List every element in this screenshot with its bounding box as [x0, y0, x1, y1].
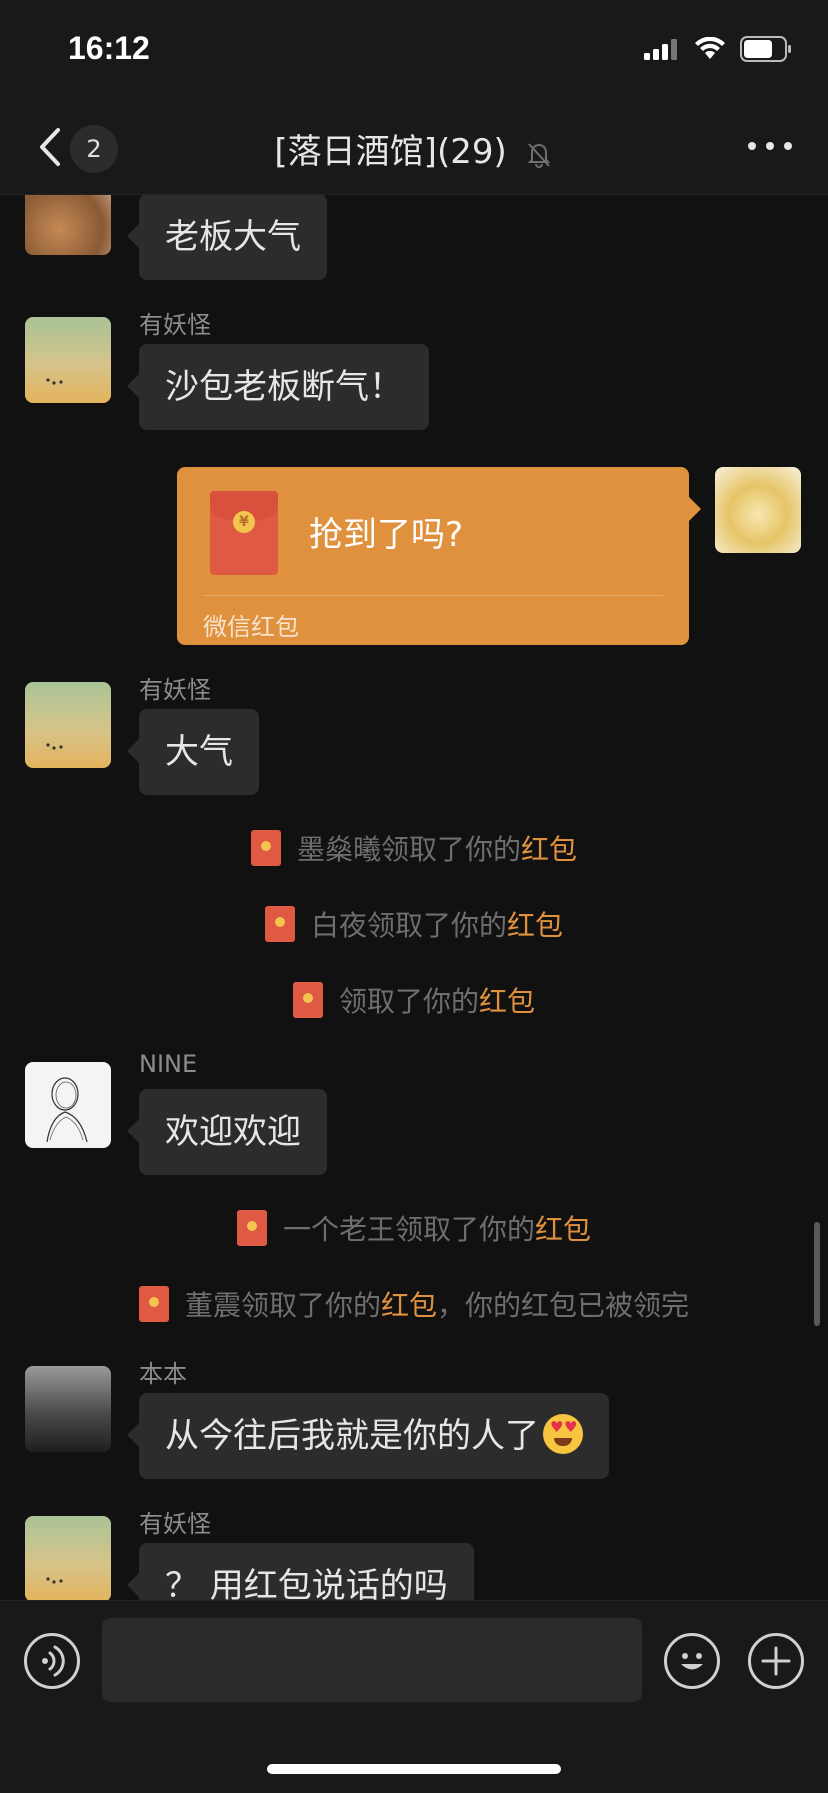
sender-name: 本本 — [139, 1360, 187, 1388]
more-options-button[interactable] — [748, 138, 792, 154]
message-bubble[interactable]: ？ 用红包说话的吗 — [127, 1543, 474, 1600]
battery-icon — [740, 36, 791, 62]
avatar[interactable] — [25, 195, 111, 255]
more-functions-button[interactable] — [748, 1633, 804, 1689]
heart-eyes-emoji-icon — [543, 1413, 583, 1454]
plus-icon — [761, 1646, 791, 1676]
message-text: 从今往后我就是你的人了 — [165, 1416, 539, 1456]
red-packet-message: 抢到了吗? — [309, 515, 464, 555]
emoji-button[interactable] — [664, 1633, 720, 1689]
message-bubble[interactable]: 从今往后我就是你的人了 — [127, 1393, 609, 1479]
cellular-signal-icon — [644, 39, 677, 60]
red-packet-link[interactable]: 红包 — [381, 1289, 437, 1322]
more-dot-icon — [748, 142, 756, 150]
sender-name: 有妖怪 — [139, 311, 211, 339]
red-packet-mini-icon — [264, 906, 295, 942]
red-packet-link[interactable]: 红包 — [521, 833, 577, 866]
birds-icon — [46, 1577, 63, 1584]
status-icons — [644, 36, 792, 62]
chat-title-wrap[interactable]: [落日酒馆](29) — [0, 124, 828, 173]
avatar[interactable] — [25, 682, 111, 768]
avatar[interactable] — [25, 1062, 111, 1148]
divider — [203, 595, 663, 596]
more-dot-icon — [766, 142, 774, 150]
red-packet-link[interactable]: 红包 — [535, 1213, 591, 1246]
red-packet-mini-icon — [292, 982, 323, 1018]
message-bubble[interactable]: 欢迎欢迎 — [127, 1089, 327, 1175]
chat-header: 2 [落日酒馆](29) — [0, 100, 828, 195]
voice-input-button[interactable] — [24, 1633, 80, 1689]
red-packet-link[interactable]: 红包 — [507, 909, 563, 942]
message-bubble[interactable]: 老板大气 — [127, 195, 327, 280]
sender-name: NINE — [139, 1050, 198, 1078]
notice-text: 董震领取了你的 — [184, 1289, 381, 1322]
scrollbar[interactable] — [814, 1222, 820, 1326]
voice-wave-icon — [42, 1645, 65, 1677]
sender-name: 有妖怪 — [139, 1510, 211, 1538]
red-packet-label: 微信红包 — [203, 613, 299, 641]
red-packet-mini-icon — [236, 1210, 267, 1246]
message-bubble[interactable]: 沙包老板断气！ — [127, 344, 429, 430]
more-dot-icon — [784, 142, 792, 150]
notice-text: 白夜领取了你的 — [310, 909, 507, 942]
avatar[interactable] — [25, 1516, 111, 1600]
avatar[interactable] — [25, 317, 111, 403]
avatar[interactable] — [25, 1366, 111, 1452]
system-notice: 领取了你的红包 — [0, 980, 828, 1021]
red-packet-link[interactable]: 红包 — [479, 985, 535, 1018]
red-packet-mini-icon — [250, 830, 281, 866]
message-bubble[interactable]: 大气 — [127, 709, 259, 795]
status-bar: 16:12 — [0, 0, 828, 100]
wifi-icon — [695, 37, 725, 59]
message-input[interactable] — [102, 1618, 642, 1702]
message-list[interactable]: 老板大气 有妖怪 沙包老板断气！ ¥ 抢到了吗? 微信红包 有妖怪 大气 墨燊曦… — [0, 195, 828, 1600]
status-time: 16:12 — [68, 30, 150, 66]
notice-text: 一个老王领取了你的 — [282, 1213, 535, 1246]
sketch-portrait-icon — [46, 1077, 88, 1143]
input-bar — [0, 1600, 828, 1793]
red-packet-card[interactable]: ¥ 抢到了吗? 微信红包 — [177, 467, 701, 645]
notice-text: 墨燊曦领取了你的 — [296, 833, 521, 866]
home-indicator[interactable] — [267, 1764, 561, 1774]
notice-text: 领取了你的 — [338, 985, 479, 1018]
my-avatar[interactable] — [715, 467, 801, 553]
system-notice: 董震领取了你的红包，你的红包已被领完 — [0, 1284, 828, 1325]
red-packet-mini-icon — [138, 1286, 169, 1322]
mute-bell-icon — [527, 142, 550, 168]
smiley-icon — [681, 1653, 703, 1670]
birds-icon — [46, 743, 63, 750]
sender-name: 有妖怪 — [139, 676, 211, 704]
system-notice: 一个老王领取了你的红包 — [0, 1208, 828, 1249]
system-notice: 墨燊曦领取了你的红包 — [0, 828, 828, 869]
chat-title: [落日酒馆](29) — [274, 132, 507, 172]
red-envelope-icon: ¥ — [210, 491, 278, 575]
notice-text: ，你的红包已被领完 — [437, 1289, 690, 1322]
system-notice: 白夜领取了你的红包 — [0, 904, 828, 945]
birds-icon — [46, 378, 63, 385]
